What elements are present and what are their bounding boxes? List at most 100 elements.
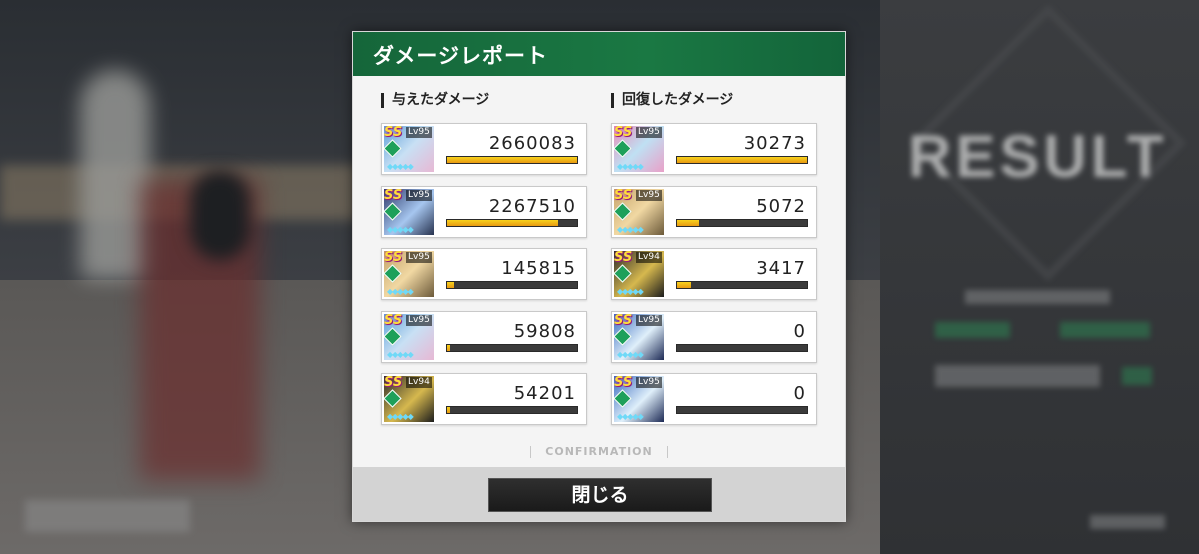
attribute-icon: [614, 389, 632, 408]
damage-bar: [676, 218, 808, 227]
level-label: Lv95: [406, 189, 432, 201]
attribute-icon: [384, 264, 402, 283]
level-label: Lv94: [406, 377, 432, 388]
character-portrait: SS Lv95 ◆◆◆◆◆: [384, 126, 434, 172]
dialog-title: ダメージレポート: [373, 44, 548, 68]
damage-value: 0: [793, 383, 806, 404]
character-portrait: SS Lv95 ◆◆◆◆◆: [384, 188, 434, 235]
awakening-gems-icon: ◆◆◆◆◆: [387, 349, 414, 359]
rank-badge: SS: [384, 126, 403, 140]
awakening-gems-icon: ◆◆◆◆◆: [387, 224, 414, 234]
healed-damage-title: 回復したダメージ: [611, 93, 733, 108]
damage-bar: [676, 406, 808, 414]
awakening-gems-icon: ◆◆◆◆◆: [617, 412, 644, 421]
damage-value: 30273: [743, 133, 806, 154]
bg-blur-line: [1122, 367, 1152, 385]
character-portrait: SS Lv95 ◆◆◆◆◆: [384, 313, 434, 360]
attribute-icon: [384, 201, 402, 221]
level-label: Lv95: [636, 377, 662, 388]
bg-blur-line: [1090, 515, 1165, 529]
damage-row: SS Lv95 ◆◆◆◆◆ 59808: [381, 310, 587, 363]
attribute-icon: [384, 139, 402, 158]
rank-badge: SS: [614, 188, 633, 203]
damage-row: SS Lv95 ◆◆◆◆◆ 0: [611, 310, 817, 363]
damage-bar-fill: [677, 219, 700, 226]
damage-bar-fill: [447, 407, 450, 413]
character-portrait: SS Lv94 ◆◆◆◆◆: [614, 251, 664, 297]
damage-report-dialog: ダメージレポート 与えたダメージ 回復したダメージ SS Lv95 ◆◆◆◆◆ 266…: [352, 31, 846, 522]
damage-bar: [676, 156, 808, 164]
damage-bar: [446, 281, 578, 289]
character-portrait: SS Lv95 ◆◆◆◆◆: [614, 376, 664, 422]
dialog-header: ダメージレポート: [353, 32, 845, 76]
damage-bar-fill: [677, 282, 692, 288]
attribute-icon: [614, 201, 632, 221]
level-label: Lv94: [636, 252, 662, 263]
character-portrait: SS Lv94 ◆◆◆◆◆: [384, 376, 434, 422]
damage-bar: [446, 343, 578, 352]
damage-bar-fill: [447, 157, 577, 163]
attribute-icon: [614, 326, 632, 346]
rank-badge: SS: [384, 188, 403, 203]
damage-bar-fill: [447, 282, 455, 288]
rank-badge: SS: [614, 251, 633, 265]
bg-blur-line: [935, 322, 1010, 338]
character-portrait: SS Lv95 ◆◆◆◆◆: [614, 126, 664, 172]
damage-value: 145815: [501, 258, 576, 279]
level-label: Lv95: [636, 127, 662, 138]
awakening-gems-icon: ◆◆◆◆◆: [617, 162, 644, 171]
rank-badge: SS: [384, 313, 403, 328]
confirmation-text: CONFIRMATION: [545, 445, 653, 458]
bg-chip: [25, 500, 190, 532]
character-portrait: SS Lv95 ◆◆◆◆◆: [614, 188, 664, 235]
damage-value: 54201: [513, 383, 576, 404]
level-label: Lv95: [636, 314, 662, 326]
bg-blur-line: [965, 290, 1110, 304]
damage-bar: [676, 343, 808, 352]
damage-value: 2267510: [488, 195, 576, 217]
character-portrait: SS Lv95 ◆◆◆◆◆: [384, 251, 434, 297]
damage-row: SS Lv94 ◆◆◆◆◆ 3417: [611, 248, 817, 300]
attribute-icon: [614, 139, 632, 158]
damage-row: SS Lv94 ◆◆◆◆◆ 54201: [381, 373, 587, 425]
damage-value: 2660083: [488, 133, 576, 154]
damage-row: SS Lv95 ◆◆◆◆◆ 2267510: [381, 185, 587, 238]
attribute-icon: [384, 326, 402, 346]
dialog-footer: 閉じる: [353, 467, 845, 521]
close-button[interactable]: 閉じる: [488, 478, 712, 512]
rank-badge: SS: [384, 376, 403, 390]
level-label: Lv95: [406, 314, 432, 326]
damage-bar-fill: [447, 219, 558, 226]
damage-row: SS Lv95 ◆◆◆◆◆ 2660083: [381, 123, 587, 175]
rank-badge: SS: [614, 126, 633, 140]
bg-blur-line: [1060, 322, 1150, 338]
rank-badge: SS: [614, 376, 633, 390]
result-text: RESULT: [908, 123, 1168, 190]
awakening-gems-icon: ◆◆◆◆◆: [617, 349, 644, 359]
damage-bar-fill: [447, 344, 450, 351]
level-label: Lv95: [406, 252, 432, 263]
awakening-gems-icon: ◆◆◆◆◆: [387, 412, 414, 421]
damage-row: SS Lv95 ◆◆◆◆◆ 30273: [611, 123, 817, 175]
rank-badge: SS: [614, 313, 633, 328]
damage-bar: [446, 406, 578, 414]
damage-value: 3417: [756, 258, 806, 279]
attribute-icon: [384, 389, 402, 408]
damage-bar: [446, 156, 578, 164]
awakening-gems-icon: ◆◆◆◆◆: [617, 224, 644, 234]
awakening-gems-icon: ◆◆◆◆◆: [387, 162, 414, 171]
awakening-gems-icon: ◆◆◆◆◆: [617, 287, 644, 296]
damage-row: SS Lv95 ◆◆◆◆◆ 5072: [611, 185, 817, 238]
damage-value: 59808: [513, 320, 576, 342]
level-label: Lv95: [636, 189, 662, 201]
damage-bar: [446, 218, 578, 227]
dealt-damage-title: 与えたダメージ: [381, 93, 489, 108]
character-portrait: SS Lv95 ◆◆◆◆◆: [614, 313, 664, 360]
damage-value: 5072: [756, 195, 806, 217]
damage-row: SS Lv95 ◆◆◆◆◆ 145815: [381, 248, 587, 300]
confirmation-label: CONFIRMATION: [353, 445, 845, 458]
damage-bar: [676, 281, 808, 289]
damage-row: SS Lv95 ◆◆◆◆◆ 0: [611, 373, 817, 425]
damage-bar-fill: [677, 157, 807, 163]
awakening-gems-icon: ◆◆◆◆◆: [387, 287, 414, 296]
